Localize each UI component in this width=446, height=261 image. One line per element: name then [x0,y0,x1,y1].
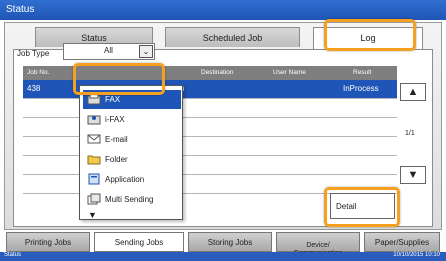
highlight-detail-button [324,187,400,227]
cell-result: InProcess [343,84,379,93]
dropdown-item-ifax[interactable]: i-FAX [83,110,181,129]
tab-scheduled-job[interactable]: Scheduled Job [165,27,300,47]
tab-label: Storing Jobs [207,238,253,247]
tab-sending-jobs[interactable]: Sending Jobs [94,232,184,252]
dropdown-item-label: FAX [105,95,121,104]
page-indicator: 1/1 [405,130,415,137]
job-type-label: Job Type [17,49,50,58]
dropdown-item-application[interactable]: Application [83,170,181,189]
tab-label: Paper/Supplies [374,238,430,247]
dropdown-more-icon[interactable]: ▼ [88,210,97,220]
window-title: Status [6,4,35,15]
dropdown-item-label: Multi Sending [105,195,154,204]
window-title-bar: Status [0,0,446,20]
table-scroll: ▲ 1/1 ▼ [399,80,431,193]
job-type-value: All [104,46,113,55]
chevron-down-icon[interactable]: ⌄ [139,45,153,58]
tab-label: Sending Jobs [114,238,164,247]
tab-label: Scheduled Job [202,33,263,43]
tab-label: Status [81,33,107,43]
tab-device-communication[interactable]: Device/ Communication [276,232,360,257]
dropdown-item-multi-sending[interactable]: Multi Sending [83,190,181,209]
email-icon [87,134,101,144]
dropdown-item-folder[interactable]: Folder [83,150,181,169]
dropdown-item-label: Folder [105,155,128,164]
tab-paper-supplies[interactable]: Paper/Supplies [364,232,440,252]
status-bar-label: Status [4,252,22,258]
ifax-icon [87,115,101,125]
status-panel: Status Scheduled Job Log Job Type All ⌄ … [4,19,442,230]
highlight-log-tab [324,19,416,51]
bottom-tabs: Printing Jobs Sending Jobs Storing Jobs … [6,232,440,257]
cell-job-no: 438 [27,84,41,93]
tab-printing-jobs[interactable]: Printing Jobs [6,232,90,252]
application-icon [88,173,100,185]
status-bar-datetime: 10/10/2015 10:10 [393,252,440,258]
scroll-up-button[interactable]: ▲ [400,83,426,101]
job-type-select[interactable]: All ⌄ [63,43,155,60]
col-result: Result [353,69,372,76]
dropdown-item-email[interactable]: E-mail [83,130,181,149]
status-bar: Status 10/10/2015 10:10 [0,252,446,261]
col-user-name: User Name [273,69,306,76]
folder-icon [87,155,101,165]
col-destination: Destination [201,69,234,76]
col-job-no: Job No. [27,69,50,76]
dropdown-item-label: Application [105,175,145,184]
scroll-down-button[interactable]: ▼ [400,166,426,184]
multi-sending-icon [87,193,101,205]
tab-storing-jobs[interactable]: Storing Jobs [188,232,272,252]
dropdown-item-label: E-mail [105,135,128,144]
job-type-dropdown: FAX i-FAX E-mail Folder Application Mult… [79,85,183,220]
dropdown-item-label: i-FAX [105,115,125,124]
tab-label: Printing Jobs [24,238,72,247]
highlight-fax-item [73,63,165,95]
